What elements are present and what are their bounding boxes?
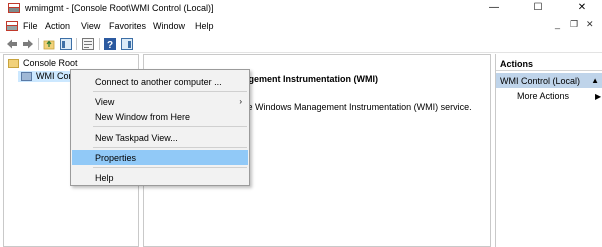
svg-text:?: ? — [107, 40, 113, 50]
menu-separator — [93, 126, 247, 127]
menu-window[interactable]: Window — [153, 21, 185, 31]
menu-file[interactable]: File — [23, 21, 38, 31]
menu-view[interactable]: View — [81, 21, 100, 31]
result-heading: anagement Instrumentation (WMI) — [233, 74, 379, 84]
menu-separator — [93, 91, 247, 92]
show-hide-tree-icon[interactable] — [60, 38, 72, 50]
maximize-button[interactable]: ☐ — [518, 0, 558, 17]
menu-item-new-taskpad-view[interactable]: New Taskpad View... — [72, 130, 248, 145]
minimize-button[interactable]: — — [474, 0, 514, 17]
folder-icon — [8, 59, 19, 68]
actions-section-label: WMI Control (Local) — [500, 76, 581, 86]
tree-item-label: Console Root — [23, 58, 78, 68]
show-hide-action-pane-icon[interactable] — [121, 38, 133, 50]
result-description: the Windows Management Instrumentation (… — [240, 102, 472, 112]
toolbar: ? — [0, 35, 602, 53]
forward-icon[interactable] — [22, 38, 34, 50]
mdi-restore-button[interactable]: ❐ — [570, 19, 578, 30]
menu-separator — [93, 167, 247, 168]
help-icon[interactable]: ? — [104, 38, 116, 50]
menu-item-properties[interactable]: Properties — [72, 150, 248, 165]
submenu-arrow-icon: › — [239, 97, 242, 106]
mmc-console-icon[interactable] — [6, 21, 18, 31]
mdi-close-button[interactable]: ✕ — [586, 19, 594, 30]
menu-action[interactable]: Action — [45, 21, 70, 31]
menu-bar: File Action View Favorites Window Help _… — [0, 17, 602, 35]
wmi-control-icon — [21, 72, 32, 81]
more-actions-link[interactable]: More Actions — [517, 91, 569, 101]
context-menu: Connect to another computer ... View › N… — [70, 69, 250, 186]
title-bar: wmimgmt - [Console Root\WMI Control (Loc… — [0, 0, 602, 17]
submenu-arrow-icon: ▶ — [595, 92, 602, 101]
collapse-caret-icon[interactable]: ▲ — [591, 76, 599, 85]
menu-item-view[interactable]: View › — [72, 94, 248, 109]
toolbar-separator — [99, 38, 100, 50]
window-title: wmimgmt - [Console Root\WMI Control (Loc… — [25, 3, 214, 13]
menu-item-new-window-from-here[interactable]: New Window from Here — [72, 109, 248, 124]
toolbar-separator — [76, 38, 77, 50]
actions-header: Actions — [496, 54, 602, 71]
menu-item-help[interactable]: Help — [72, 170, 248, 185]
properties-icon[interactable] — [82, 38, 94, 50]
menu-item-label: View — [95, 97, 115, 107]
up-folder-icon[interactable] — [43, 38, 55, 50]
menu-separator — [93, 147, 247, 148]
menu-favorites[interactable]: Favorites — [109, 21, 146, 31]
close-button[interactable]: ✕ — [562, 0, 602, 17]
actions-section-wmi-control[interactable]: WMI Control (Local) ▲ — [496, 73, 602, 88]
menu-item-connect-to-another-computer[interactable]: Connect to another computer ... — [72, 74, 248, 89]
wmimgmt-app-icon — [8, 3, 20, 13]
toolbar-separator — [38, 38, 39, 50]
actions-pane: Actions WMI Control (Local) ▲ More Actio… — [495, 54, 602, 247]
menu-help[interactable]: Help — [195, 21, 214, 31]
mdi-minimize-button[interactable]: _ — [555, 19, 560, 29]
back-icon[interactable] — [6, 38, 18, 50]
